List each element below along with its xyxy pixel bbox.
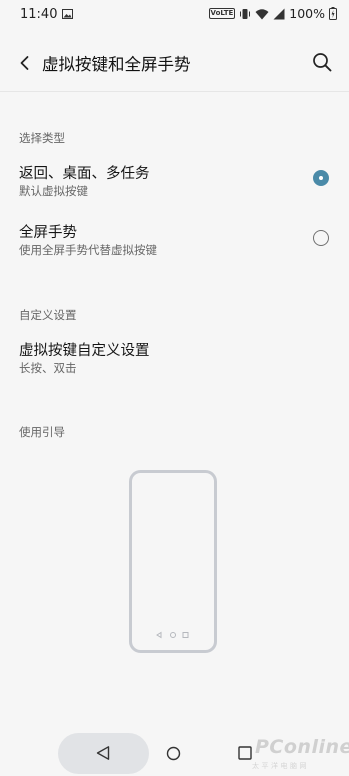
status-time: 11:40 <box>20 7 58 22</box>
status-bar: 11:40 VoLTE 100% <box>0 0 349 30</box>
app-bar: 虚拟按键和全屏手势 <box>0 40 349 88</box>
section-header-guide: 使用引导 <box>19 425 65 439</box>
option-subtitle: 长按、双击 <box>19 361 77 375</box>
option-gestures[interactable]: 全屏手势 使用全屏手势代替虚拟按键 <box>0 221 349 265</box>
page-title: 虚拟按键和全屏手势 <box>42 55 191 74</box>
signal-icon <box>273 8 285 19</box>
custom-settings-item[interactable]: 虚拟按键自定义设置 长按、双击 <box>0 339 349 383</box>
watermark-logo: PConline <box>255 736 349 758</box>
radio-selected[interactable] <box>313 170 329 186</box>
option-title: 全屏手势 <box>19 225 77 241</box>
wifi-icon <box>255 8 269 19</box>
back-arrow-icon[interactable] <box>14 52 36 74</box>
option-title: 返回、桌面、多任务 <box>19 166 150 182</box>
gallery-icon <box>62 9 73 19</box>
radio-unselected[interactable] <box>313 230 329 246</box>
nav-back-icon[interactable] <box>95 745 111 761</box>
phone-illustration <box>129 470 217 653</box>
vibrate-icon <box>240 8 251 19</box>
battery-percent: 100% <box>289 6 325 21</box>
volte-badge: VoLTE <box>208 8 236 19</box>
option-subtitle: 默认虚拟按键 <box>19 184 88 198</box>
nav-recents-icon[interactable] <box>238 746 252 760</box>
battery-icon <box>329 7 337 20</box>
option-title: 虚拟按键自定义设置 <box>19 343 150 359</box>
option-subtitle: 使用全屏手势代替虚拟按键 <box>19 243 157 257</box>
status-icons: VoLTE 100% <box>208 6 337 21</box>
app-bar-divider <box>0 91 349 92</box>
nav-home-icon[interactable] <box>166 746 181 761</box>
watermark-tagline: 太平洋电脑网 <box>252 762 309 770</box>
search-icon[interactable] <box>311 51 333 73</box>
section-header-type: 选择类型 <box>19 131 65 145</box>
option-nav-keys[interactable]: 返回、桌面、多任务 默认虚拟按键 <box>0 162 349 206</box>
section-header-custom: 自定义设置 <box>19 308 77 322</box>
navigation-bar: PConline 太平洋电脑网 <box>0 726 349 776</box>
